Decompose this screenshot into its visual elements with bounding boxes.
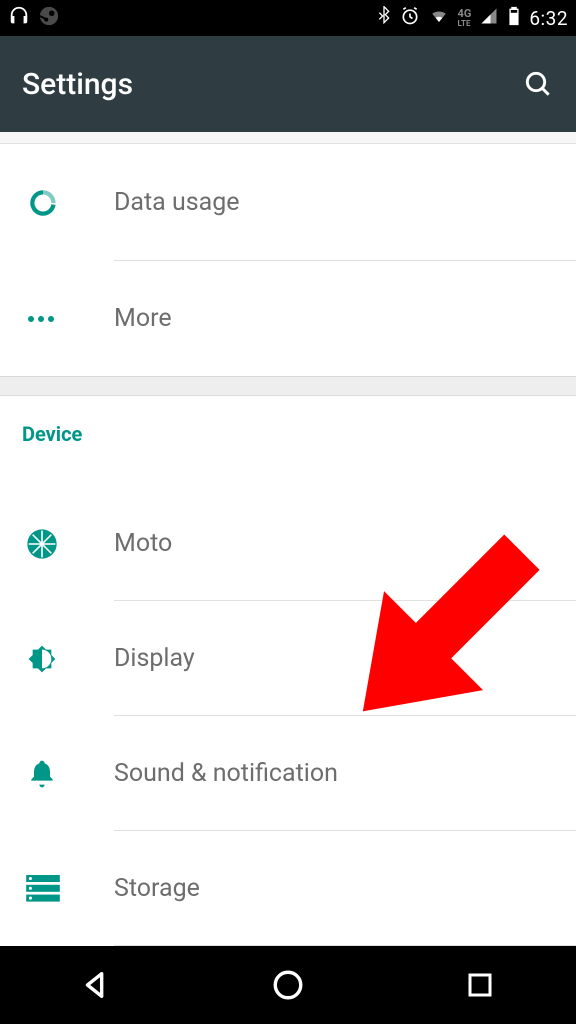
status-bar: 4GLTE 6:32 xyxy=(0,0,576,36)
item-more[interactable]: More xyxy=(0,261,576,376)
list-top-gap xyxy=(0,132,576,144)
section-separator xyxy=(0,376,576,396)
bell-icon xyxy=(24,758,114,790)
item-label: Sound & notification xyxy=(114,759,338,788)
item-label: Storage xyxy=(114,874,200,903)
more-icon xyxy=(24,314,114,324)
nav-home-button[interactable] xyxy=(264,961,312,1009)
section-header-device: Device xyxy=(0,396,576,486)
storage-icon xyxy=(24,875,114,903)
cell-signal-icon xyxy=(479,7,499,29)
headphones-icon xyxy=(8,5,30,31)
item-moto[interactable]: Moto xyxy=(0,486,576,601)
item-label: More xyxy=(114,304,172,333)
alarm-icon xyxy=(400,6,420,30)
item-label: Data usage xyxy=(114,188,240,217)
item-sound-notification[interactable]: Sound & notification xyxy=(0,716,576,831)
wifi-icon xyxy=(428,7,450,29)
nav-back-button[interactable] xyxy=(72,961,120,1009)
steam-icon xyxy=(38,5,60,31)
settings-list: Data usage More Device Moto Display Soun… xyxy=(0,132,576,946)
display-icon xyxy=(24,643,114,675)
data-usage-icon xyxy=(24,186,114,220)
moto-icon xyxy=(24,528,114,560)
battery-icon xyxy=(507,5,521,31)
search-button[interactable] xyxy=(522,68,554,100)
item-label: Display xyxy=(114,644,195,673)
item-data-usage[interactable]: Data usage xyxy=(0,144,576,261)
app-bar: Settings xyxy=(0,36,576,132)
bluetooth-icon xyxy=(376,6,392,30)
clock-time: 6:32 xyxy=(529,7,568,30)
nav-recents-button[interactable] xyxy=(456,961,504,1009)
page-title: Settings xyxy=(22,67,133,102)
network-type-label: 4GLTE xyxy=(458,9,472,28)
item-display[interactable]: Display xyxy=(0,601,576,716)
navigation-bar xyxy=(0,946,576,1024)
item-label: Moto xyxy=(114,529,172,558)
item-storage[interactable]: Storage xyxy=(0,831,576,946)
